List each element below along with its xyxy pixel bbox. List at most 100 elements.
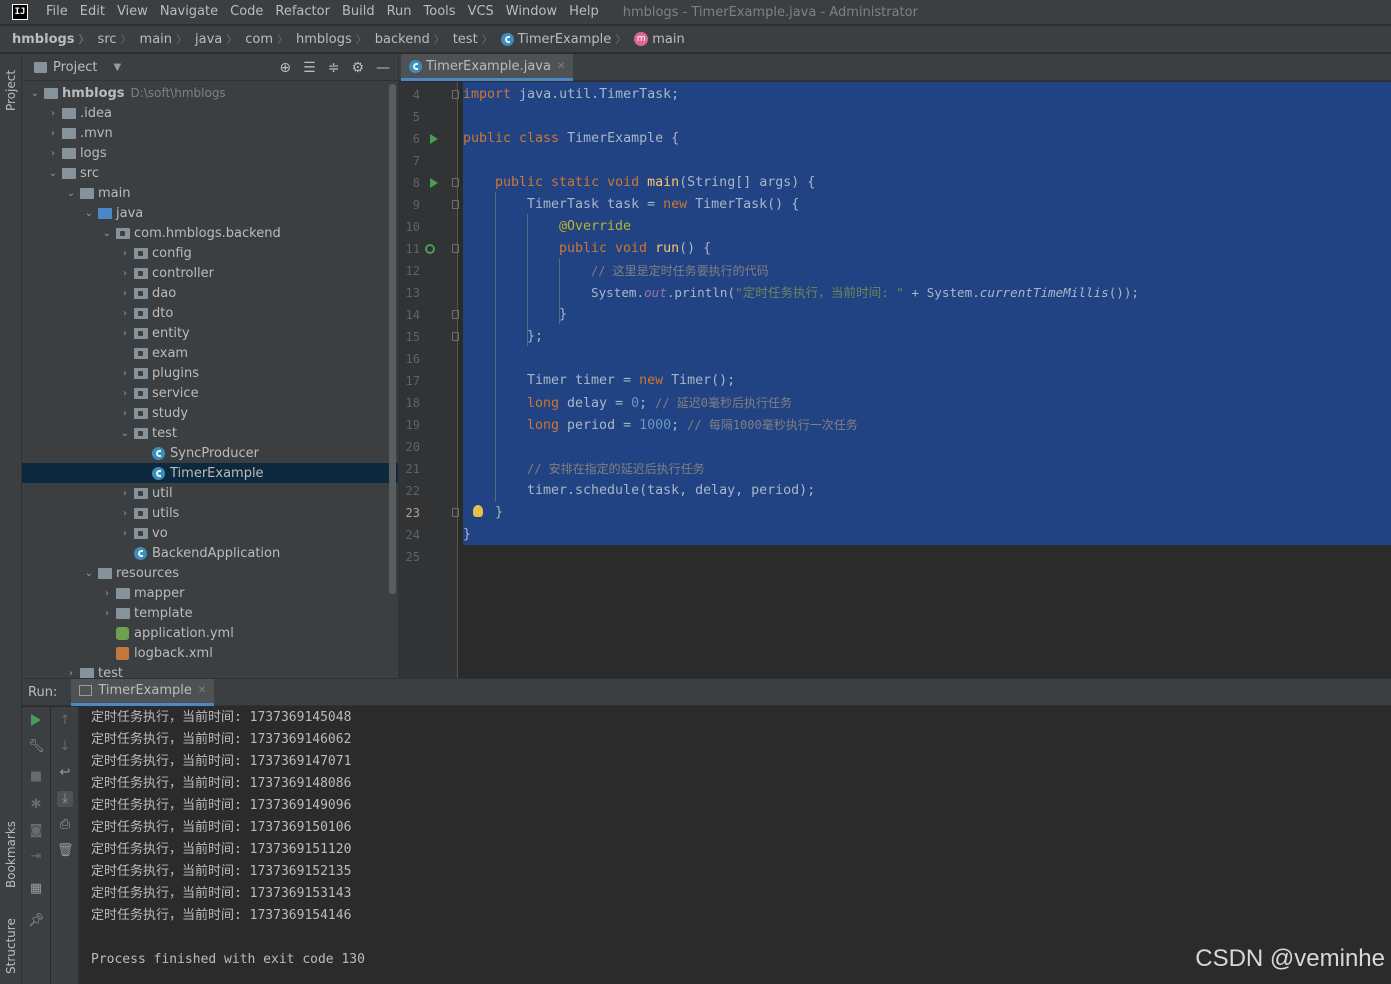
debug-icon[interactable]: ✱ — [28, 797, 44, 813]
menu-window[interactable]: Window — [500, 0, 563, 24]
breadcrumb-item[interactable]: hmblogs 〉 — [290, 31, 369, 47]
tree-item[interactable]: ⌄ java — [22, 203, 398, 223]
chevron-right-icon[interactable]: › — [62, 668, 80, 679]
tree-item[interactable]: › util — [22, 483, 398, 503]
tree-item[interactable]: › vo — [22, 523, 398, 543]
project-scrollbar[interactable] — [389, 84, 396, 594]
chevron-right-icon[interactable]: › — [44, 128, 62, 139]
fold-icon[interactable] — [452, 244, 459, 253]
tree-item-root[interactable]: ⌄ hmblogs D:\soft\hmblogs — [22, 83, 398, 103]
print-icon[interactable]: ⎙ — [57, 817, 73, 833]
fold-icon[interactable] — [452, 310, 459, 319]
tree-item[interactable]: › entity — [22, 323, 398, 343]
locate-icon[interactable]: ⊕ — [279, 60, 291, 76]
close-icon[interactable]: ✕ — [557, 61, 565, 72]
arrow-up-icon[interactable]: ↑ — [57, 713, 73, 729]
menu-view[interactable]: View — [111, 0, 154, 24]
chevron-right-icon[interactable]: › — [116, 368, 134, 379]
trash-icon[interactable]: 🗑︎ — [57, 843, 74, 859]
chevron-down-icon[interactable]: ▼ — [113, 62, 121, 73]
tree-item[interactable]: › .mvn — [22, 123, 398, 143]
chevron-down-icon[interactable]: ⌄ — [26, 88, 44, 99]
tree-item[interactable]: › template — [22, 603, 398, 623]
chevron-right-icon[interactable]: › — [116, 268, 134, 279]
tree-item[interactable]: ›BackendApplication — [22, 543, 398, 563]
menu-help[interactable]: Help — [563, 0, 605, 24]
tree-item[interactable]: › utils — [22, 503, 398, 523]
structure-tool-tab[interactable]: Structure — [0, 912, 22, 980]
chevron-right-icon[interactable]: › — [116, 328, 134, 339]
chevron-right-icon[interactable]: › — [116, 488, 134, 499]
chevron-right-icon[interactable]: › — [116, 308, 134, 319]
project-tool-tab[interactable]: Project — [0, 60, 22, 120]
tree-item[interactable]: › logs — [22, 143, 398, 163]
fold-icon[interactable] — [452, 178, 459, 187]
tree-item[interactable]: › dao — [22, 283, 398, 303]
tree-item-selected[interactable]: ›TimerExample — [22, 463, 398, 483]
tree-item[interactable]: ›exam — [22, 343, 398, 363]
fold-icon[interactable] — [452, 200, 459, 209]
tree-item[interactable]: › controller — [22, 263, 398, 283]
run-tab-timerexample[interactable]: TimerExample ✕ — [71, 678, 215, 706]
bookmarks-tool-tab[interactable]: Bookmarks — [0, 814, 22, 894]
menu-code[interactable]: Code — [224, 0, 269, 24]
breadcrumb-item[interactable]: TimerExample 〉 — [495, 31, 629, 47]
minimize-icon[interactable]: — — [376, 60, 390, 76]
stop-icon[interactable]: ■ — [28, 769, 44, 785]
breadcrumb-item[interactable]: main 〉 — [134, 31, 189, 47]
breadcrumb-item[interactable]: test 〉 — [447, 31, 495, 47]
breadcrumb-item[interactable]: hmblogs 〉 — [6, 31, 92, 47]
breadcrumb-item[interactable]: backend 〉 — [369, 31, 447, 47]
arrow-down-icon[interactable]: ↓ — [57, 739, 73, 755]
menu-navigate[interactable]: Navigate — [154, 0, 224, 24]
menu-tools[interactable]: Tools — [418, 0, 462, 24]
collapse-all-icon[interactable]: ≑ — [328, 60, 340, 76]
tree-item[interactable]: › .idea — [22, 103, 398, 123]
camera-icon[interactable]: ◙ — [28, 823, 44, 839]
fold-icon[interactable] — [452, 90, 459, 99]
menu-refactor[interactable]: Refactor — [269, 0, 336, 24]
menu-vcs[interactable]: VCS — [462, 0, 500, 24]
chevron-down-icon[interactable]: ⌄ — [98, 228, 116, 239]
soft-wrap-icon[interactable]: ↩ — [57, 765, 73, 781]
code-editor[interactable]: import java.util.TimerTask; public class… — [459, 82, 1391, 678]
run-gutter-icon[interactable] — [430, 134, 438, 144]
tree-item[interactable]: ›logback.xml — [22, 643, 398, 663]
chevron-right-icon[interactable]: › — [116, 388, 134, 399]
tree-item[interactable]: ›application.yml — [22, 623, 398, 643]
tree-item[interactable]: ⌄ src — [22, 163, 398, 183]
tree-item[interactable]: › plugins — [22, 363, 398, 383]
chevron-right-icon[interactable]: › — [116, 248, 134, 259]
menu-build[interactable]: Build — [336, 0, 381, 24]
editor-tab-timerexample[interactable]: TimerExample.java ✕ — [401, 54, 574, 81]
tree-item[interactable]: ⌄ com.hmblogs.backend — [22, 223, 398, 243]
tree-item[interactable]: ⌄ main — [22, 183, 398, 203]
chevron-down-icon[interactable]: ⌄ — [80, 568, 98, 579]
menu-file[interactable]: File — [40, 0, 74, 24]
chevron-right-icon[interactable]: › — [98, 588, 116, 599]
run-gutter-icon[interactable] — [430, 178, 438, 188]
menu-edit[interactable]: Edit — [74, 0, 111, 24]
chevron-right-icon[interactable]: › — [44, 148, 62, 159]
exit-icon[interactable]: ⇥ — [28, 849, 44, 865]
breadcrumb-item[interactable]: com 〉 — [239, 31, 290, 47]
chevron-right-icon[interactable]: › — [116, 508, 134, 519]
chevron-down-icon[interactable]: ⌄ — [44, 168, 62, 179]
chevron-right-icon[interactable]: › — [44, 108, 62, 119]
tree-item[interactable]: ›SyncProducer — [22, 443, 398, 463]
chevron-right-icon[interactable]: › — [116, 528, 134, 539]
pin-icon[interactable]: 📌︎ — [28, 913, 45, 929]
rerun-icon[interactable] — [31, 714, 41, 726]
console-output[interactable]: 定时任务执行，当前时间: 1737369145048 定时任务执行，当前时间: … — [80, 707, 1391, 984]
tree-item[interactable]: ⌄ test — [22, 423, 398, 443]
chevron-right-icon[interactable]: › — [116, 408, 134, 419]
chevron-right-icon[interactable]: › — [116, 288, 134, 299]
tree-item[interactable]: › study — [22, 403, 398, 423]
chevron-down-icon[interactable]: ⌄ — [62, 188, 80, 199]
tree-item[interactable]: › config — [22, 243, 398, 263]
layout-icon[interactable]: ▦ — [28, 881, 44, 897]
menu-run[interactable]: Run — [381, 0, 418, 24]
fold-icon[interactable] — [452, 332, 459, 341]
expand-all-icon[interactable]: ☰ — [303, 60, 316, 76]
scroll-to-end-icon[interactable]: ⤓ — [57, 791, 73, 807]
